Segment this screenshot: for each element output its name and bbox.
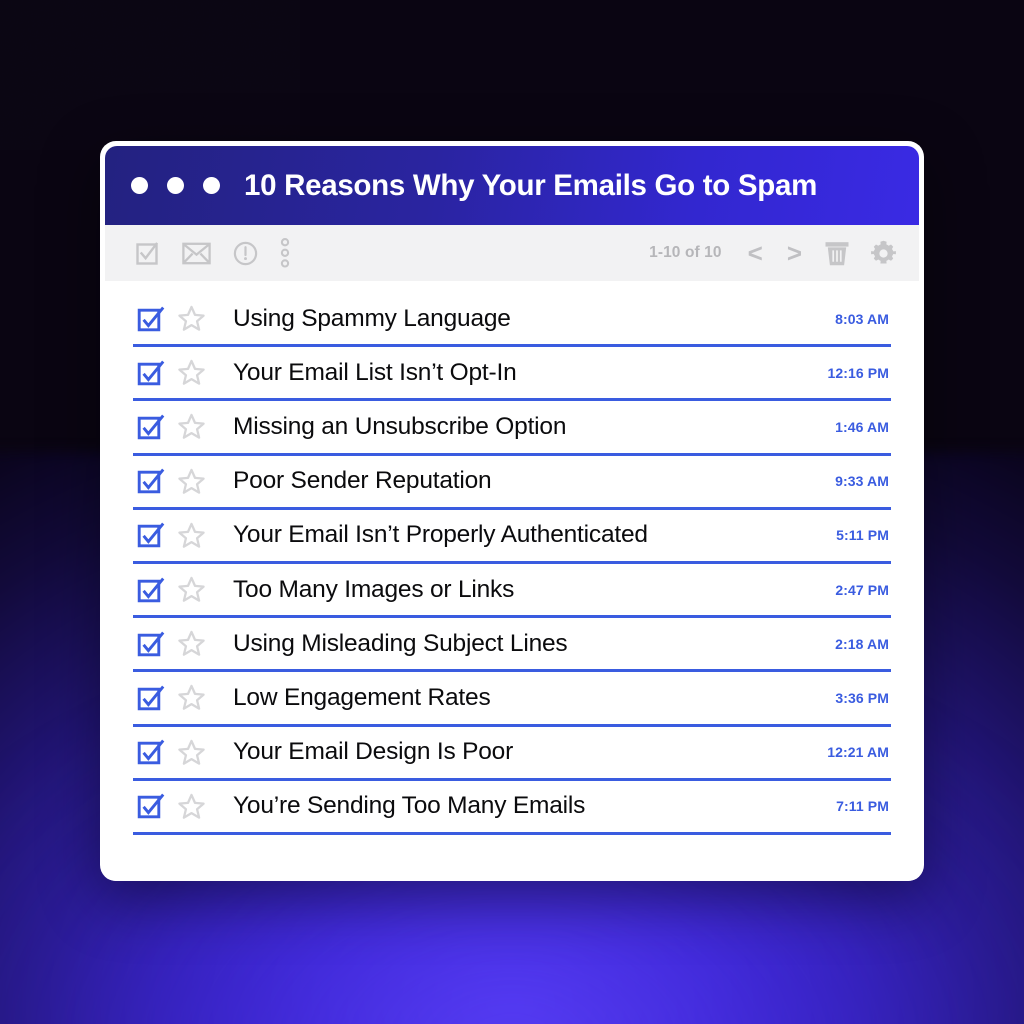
email-timestamp: 3:36 PM xyxy=(835,689,889,706)
app-window: 10 Reasons Why Your Emails Go to Spam 1-… xyxy=(100,141,924,881)
email-row[interactable]: You’re Sending Too Many Emails 7:11 PM xyxy=(133,781,891,835)
email-subject[interactable]: Your Email List Isn’t Opt-In xyxy=(233,359,816,387)
maximize-window-dot-icon[interactable] xyxy=(203,177,220,194)
email-row[interactable]: Using Misleading Subject Lines 2:18 AM xyxy=(133,618,891,673)
email-row[interactable]: Low Engagement Rates 3:36 PM xyxy=(133,672,891,727)
email-subject[interactable]: Using Misleading Subject Lines xyxy=(233,630,823,658)
email-subject[interactable]: Low Engagement Rates xyxy=(233,684,823,712)
row-select-checkbox-icon[interactable] xyxy=(133,738,177,766)
email-subject[interactable]: Your Email Design Is Poor xyxy=(233,738,815,766)
row-select-checkbox-icon[interactable] xyxy=(133,521,177,549)
row-star-icon[interactable] xyxy=(177,521,233,550)
email-timestamp: 5:11 PM xyxy=(836,527,889,544)
previous-page-button[interactable]: < xyxy=(746,240,765,266)
row-star-icon[interactable] xyxy=(177,792,233,821)
email-subject[interactable]: Using Spammy Language xyxy=(233,305,823,333)
email-timestamp: 2:18 AM xyxy=(835,635,889,652)
mark-as-read-envelope-icon[interactable] xyxy=(182,242,211,265)
email-timestamp: 7:11 PM xyxy=(836,798,889,815)
row-select-checkbox-icon[interactable] xyxy=(133,413,177,441)
email-row[interactable]: Too Many Images or Links 2:47 PM xyxy=(133,564,891,619)
row-select-checkbox-icon[interactable] xyxy=(133,792,177,820)
email-subject[interactable]: Too Many Images or Links xyxy=(233,576,823,604)
email-subject[interactable]: Poor Sender Reputation xyxy=(233,467,823,495)
report-spam-exclamation-icon[interactable] xyxy=(233,241,258,266)
more-options-kebab-icon[interactable] xyxy=(280,238,290,268)
email-row[interactable]: Missing an Unsubscribe Option 1:46 AM xyxy=(133,401,891,456)
row-star-icon[interactable] xyxy=(177,738,233,767)
email-timestamp: 12:21 AM xyxy=(827,744,889,761)
toolbar-left-group xyxy=(135,238,290,268)
row-select-checkbox-icon[interactable] xyxy=(133,305,177,333)
email-timestamp: 12:16 PM xyxy=(827,364,889,381)
row-select-checkbox-icon[interactable] xyxy=(133,467,177,495)
email-timestamp: 1:46 AM xyxy=(835,418,889,435)
row-star-icon[interactable] xyxy=(177,575,233,604)
row-star-icon[interactable] xyxy=(177,412,233,441)
email-timestamp: 9:33 AM xyxy=(835,473,889,490)
window-titlebar: 10 Reasons Why Your Emails Go to Spam xyxy=(105,146,919,225)
traffic-light-buttons xyxy=(131,177,220,194)
email-row[interactable]: Poor Sender Reputation 9:33 AM xyxy=(133,456,891,510)
email-subject[interactable]: You’re Sending Too Many Emails xyxy=(233,792,824,820)
delete-trash-icon[interactable] xyxy=(824,240,850,267)
email-row[interactable]: Using Spammy Language 8:03 AM xyxy=(133,293,891,348)
page-title: 10 Reasons Why Your Emails Go to Spam xyxy=(244,168,818,202)
row-star-icon[interactable] xyxy=(177,683,233,712)
email-subject[interactable]: Missing an Unsubscribe Option xyxy=(233,413,823,441)
next-page-button[interactable]: > xyxy=(785,240,804,266)
toolbar-right-group: 1-10 of 10 < > xyxy=(649,240,897,267)
email-timestamp: 2:47 PM xyxy=(835,581,889,598)
settings-gear-icon[interactable] xyxy=(870,240,897,267)
email-row[interactable]: Your Email List Isn’t Opt-In 12:16 PM xyxy=(133,347,891,402)
row-select-checkbox-icon[interactable] xyxy=(133,684,177,712)
email-row[interactable]: Your Email Design Is Poor 12:21 AM xyxy=(133,727,891,781)
email-row[interactable]: Your Email Isn’t Properly Authenticated 5… xyxy=(133,510,891,564)
email-subject[interactable]: Your Email Isn’t Properly Authenticated xyxy=(233,521,824,549)
row-select-checkbox-icon[interactable] xyxy=(133,576,177,604)
pagination-range-label: 1-10 of 10 xyxy=(649,244,722,261)
email-list: Using Spammy Language 8:03 AM Your Email L… xyxy=(105,281,919,881)
row-select-checkbox-icon[interactable] xyxy=(133,359,177,387)
row-star-icon[interactable] xyxy=(177,304,233,333)
email-timestamp: 8:03 AM xyxy=(835,310,889,327)
row-star-icon[interactable] xyxy=(177,467,233,496)
row-star-icon[interactable] xyxy=(177,629,233,658)
minimize-window-dot-icon[interactable] xyxy=(167,177,184,194)
close-window-dot-icon[interactable] xyxy=(131,177,148,194)
row-select-checkbox-icon[interactable] xyxy=(133,630,177,658)
select-all-checkbox-icon[interactable] xyxy=(135,241,160,266)
mailbox-toolbar: 1-10 of 10 < > xyxy=(105,225,919,281)
row-star-icon[interactable] xyxy=(177,358,233,387)
